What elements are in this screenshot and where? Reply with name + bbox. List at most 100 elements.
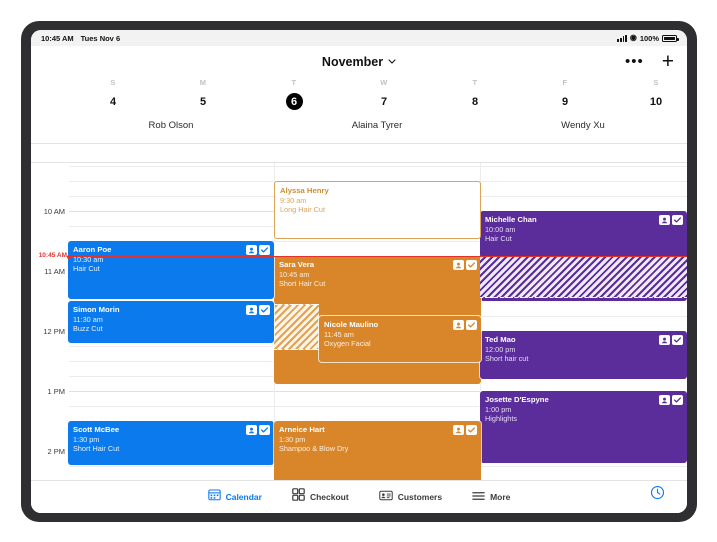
appointment-client-name: Josette D'Espyne xyxy=(485,395,549,404)
time-clock-button[interactable] xyxy=(650,485,665,505)
appointment-time: 11:45 am xyxy=(324,329,354,339)
appointment-service: Buzz Cut xyxy=(73,324,103,334)
status-bar: 10:45 AM Tues Nov 6 ◉ 100% xyxy=(31,30,687,46)
appointment-card[interactable]: Josette D'Espyne 1:00 pm Highlights xyxy=(480,391,687,463)
day-number: 6 xyxy=(285,93,303,110)
tab-calendar[interactable]: Calendar xyxy=(207,488,262,506)
day-of-week-label: T xyxy=(472,78,478,87)
more-options-button[interactable]: ••• xyxy=(625,55,644,69)
appointment-service: Shampoo & Blow Dry xyxy=(279,444,349,454)
appointment-service: Short Hair Cut xyxy=(279,279,326,289)
time-axis-label: 2 PM xyxy=(47,447,65,456)
tab-checkout[interactable]: Checkout xyxy=(292,488,349,506)
chevron-down-icon xyxy=(388,58,396,66)
wifi-icon: ◉ xyxy=(629,33,637,42)
check-icon[interactable] xyxy=(466,425,477,435)
staff-column-header[interactable]: Alaina Tyrer xyxy=(274,120,480,131)
add-person-icon[interactable] xyxy=(659,335,670,345)
week-day-4[interactable]: S4 xyxy=(83,78,143,110)
status-bar-left: 10:45 AM Tues Nov 6 xyxy=(41,34,120,43)
week-day-6[interactable]: T6 xyxy=(264,78,324,110)
appointment-client-name: Simon Morin xyxy=(73,305,120,314)
day-number: 7 xyxy=(380,95,388,108)
week-day-8[interactable]: T8 xyxy=(445,78,505,110)
time-axis-label: 1 PM xyxy=(47,387,65,396)
contact-card-icon xyxy=(378,488,393,506)
navigation-bar: November ••• + xyxy=(31,46,687,78)
add-person-icon[interactable] xyxy=(659,395,670,405)
appointment-badges xyxy=(659,215,683,225)
week-day-9[interactable]: F9 xyxy=(535,78,595,110)
all-day-row[interactable] xyxy=(31,144,687,162)
appointment-card[interactable]: Simon Morin 11:30 am Buzz Cut xyxy=(68,301,274,343)
time-axis-label: 12 PM xyxy=(43,327,65,336)
current-time-label: 10:45 AM xyxy=(38,252,67,259)
appointment-card[interactable]: Nicole Maulino 11:45 am Oxygen Facial xyxy=(319,316,481,362)
day-of-week-label: W xyxy=(380,78,388,87)
day-number: 10 xyxy=(649,95,663,108)
day-of-week-label: F xyxy=(562,78,568,87)
check-icon[interactable] xyxy=(672,395,683,405)
appointment-service: Hair Cut xyxy=(485,234,512,244)
cellular-signal-icon xyxy=(617,34,627,42)
week-day-5[interactable]: M5 xyxy=(173,78,233,110)
check-icon[interactable] xyxy=(672,335,683,345)
nav-actions: ••• + xyxy=(625,46,674,78)
tab-customers[interactable]: Customers xyxy=(378,488,442,506)
add-person-icon[interactable] xyxy=(453,425,464,435)
check-icon[interactable] xyxy=(259,425,270,435)
current-time-line xyxy=(69,256,687,257)
check-icon[interactable] xyxy=(259,305,270,315)
appointment-card[interactable]: Ted Mao 12:00 pm Short hair cut xyxy=(480,331,687,379)
status-bar-right: ◉ 100% xyxy=(617,33,679,43)
tab-label: More xyxy=(490,492,511,502)
add-appointment-button[interactable]: + xyxy=(662,51,674,72)
appointment-service: Long Hair Cut xyxy=(280,205,326,215)
appointment-card[interactable]: Arneice Hart 1:30 pm Shampoo & Blow Dry xyxy=(274,421,481,480)
current-time-dot xyxy=(67,254,71,259)
appointment-time: 12:00 pm xyxy=(485,344,516,354)
appointment-time: 10:00 am xyxy=(485,224,516,234)
week-day-10[interactable]: S 10 xyxy=(626,78,686,110)
calendar-scroll-area[interactable]: 10 AM 11 AM 12 PM 1 PM 2 PM Alyssa Henry 9:30 … xyxy=(31,163,687,480)
month-selector[interactable]: November xyxy=(322,55,396,69)
check-icon[interactable] xyxy=(259,245,270,255)
staff-column-header[interactable]: Rob Olson xyxy=(68,120,274,131)
appointment-card[interactable]: Aaron Poe 10:30 am Hair Cut xyxy=(68,241,274,299)
tablet-device-frame: 10:45 AM Tues Nov 6 ◉ 100% November ••• … xyxy=(21,21,697,522)
add-person-icon[interactable] xyxy=(453,320,464,330)
add-person-icon[interactable] xyxy=(246,425,257,435)
add-person-icon[interactable] xyxy=(659,215,670,225)
appointment-badges xyxy=(453,320,477,330)
appointment-service: Highlights xyxy=(485,414,518,424)
tab-more[interactable]: More xyxy=(472,488,510,506)
month-label: November xyxy=(321,55,384,69)
add-person-icon[interactable] xyxy=(246,245,257,255)
check-icon[interactable] xyxy=(466,320,477,330)
staff-column-header[interactable]: Wendy Xu xyxy=(480,120,686,131)
appointment-badges xyxy=(453,425,477,435)
day-number: 8 xyxy=(471,95,479,108)
week-day-7[interactable]: W7 xyxy=(354,78,414,110)
add-person-icon[interactable] xyxy=(453,260,464,270)
appointment-service: Short Hair Cut xyxy=(73,444,120,454)
hamburger-icon xyxy=(472,488,485,506)
day-of-week-label: S xyxy=(653,78,659,87)
check-icon[interactable] xyxy=(466,260,477,270)
bottom-tab-bar: Calendar Checkout Customers More xyxy=(31,480,687,513)
appointment-badges xyxy=(246,425,270,435)
appointment-badges xyxy=(659,395,683,405)
appointment-badges xyxy=(659,335,683,345)
day-of-week-label: M xyxy=(199,78,207,87)
appointment-service: Oxygen Facial xyxy=(324,339,371,349)
appointment-card[interactable]: Alyssa Henry 9:30 am Long Hair Cut xyxy=(274,181,481,239)
grid-hour-line xyxy=(69,166,687,167)
appointment-card[interactable]: Scott McBee 1:30 pm Short Hair Cut xyxy=(68,421,274,465)
appointment-badges xyxy=(453,260,477,270)
check-icon[interactable] xyxy=(672,215,683,225)
appointment-badges xyxy=(246,305,270,315)
day-number: 5 xyxy=(199,95,207,108)
add-person-icon[interactable] xyxy=(246,305,257,315)
tab-label: Checkout xyxy=(309,492,349,502)
appointment-time: 11:30 am xyxy=(73,314,103,324)
